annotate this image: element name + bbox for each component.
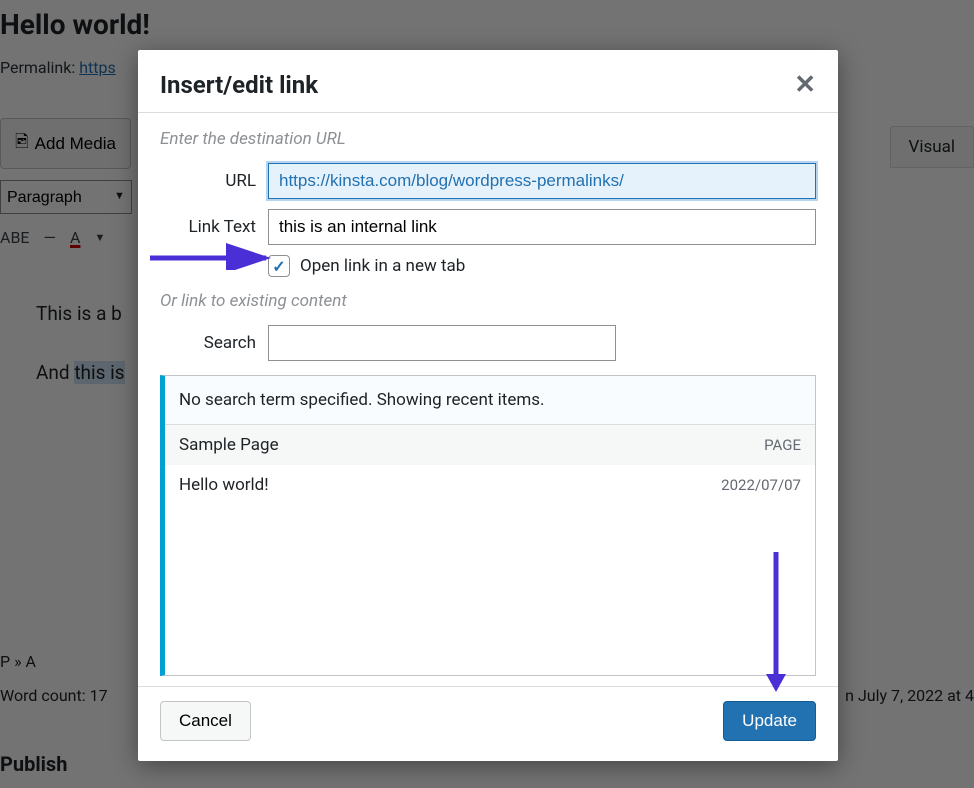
result-meta: PAGE <box>764 436 801 454</box>
existing-content-hint: Or link to existing content <box>160 291 816 311</box>
new-tab-row: ✓ Open link in a new tab <box>268 255 816 277</box>
link-text-input[interactable] <box>268 209 816 245</box>
modal-footer: Cancel Update <box>138 686 838 761</box>
modal-title: Insert/edit link <box>160 71 318 99</box>
close-icon[interactable]: ✕ <box>794 70 816 100</box>
search-label: Search <box>160 333 256 353</box>
new-tab-label: Open link in a new tab <box>300 256 465 276</box>
modal-header: Insert/edit link ✕ <box>138 50 838 113</box>
result-title: Hello world! <box>179 475 269 495</box>
modal-body: Enter the destination URL URL Link Text … <box>138 113 838 686</box>
link-text-label: Link Text <box>160 217 256 237</box>
search-input[interactable] <box>268 325 616 361</box>
result-meta: 2022/07/07 <box>721 476 801 494</box>
result-title: Sample Page <box>179 435 279 455</box>
result-item[interactable]: Sample Page PAGE <box>165 425 815 465</box>
url-label: URL <box>160 171 256 191</box>
url-input[interactable] <box>268 163 816 199</box>
cancel-button[interactable]: Cancel <box>160 701 251 741</box>
results-spacer <box>165 505 815 675</box>
result-item[interactable]: Hello world! 2022/07/07 <box>165 465 815 505</box>
url-row: URL <box>160 163 816 199</box>
search-row: Search <box>160 325 816 361</box>
results-message: No search term specified. Showing recent… <box>165 376 815 425</box>
search-results: No search term specified. Showing recent… <box>160 375 816 676</box>
update-button[interactable]: Update <box>723 701 816 741</box>
new-tab-checkbox[interactable]: ✓ <box>268 255 290 277</box>
destination-url-hint: Enter the destination URL <box>160 129 816 149</box>
link-text-row: Link Text <box>160 209 816 245</box>
insert-link-modal: Insert/edit link ✕ Enter the destination… <box>138 50 838 761</box>
